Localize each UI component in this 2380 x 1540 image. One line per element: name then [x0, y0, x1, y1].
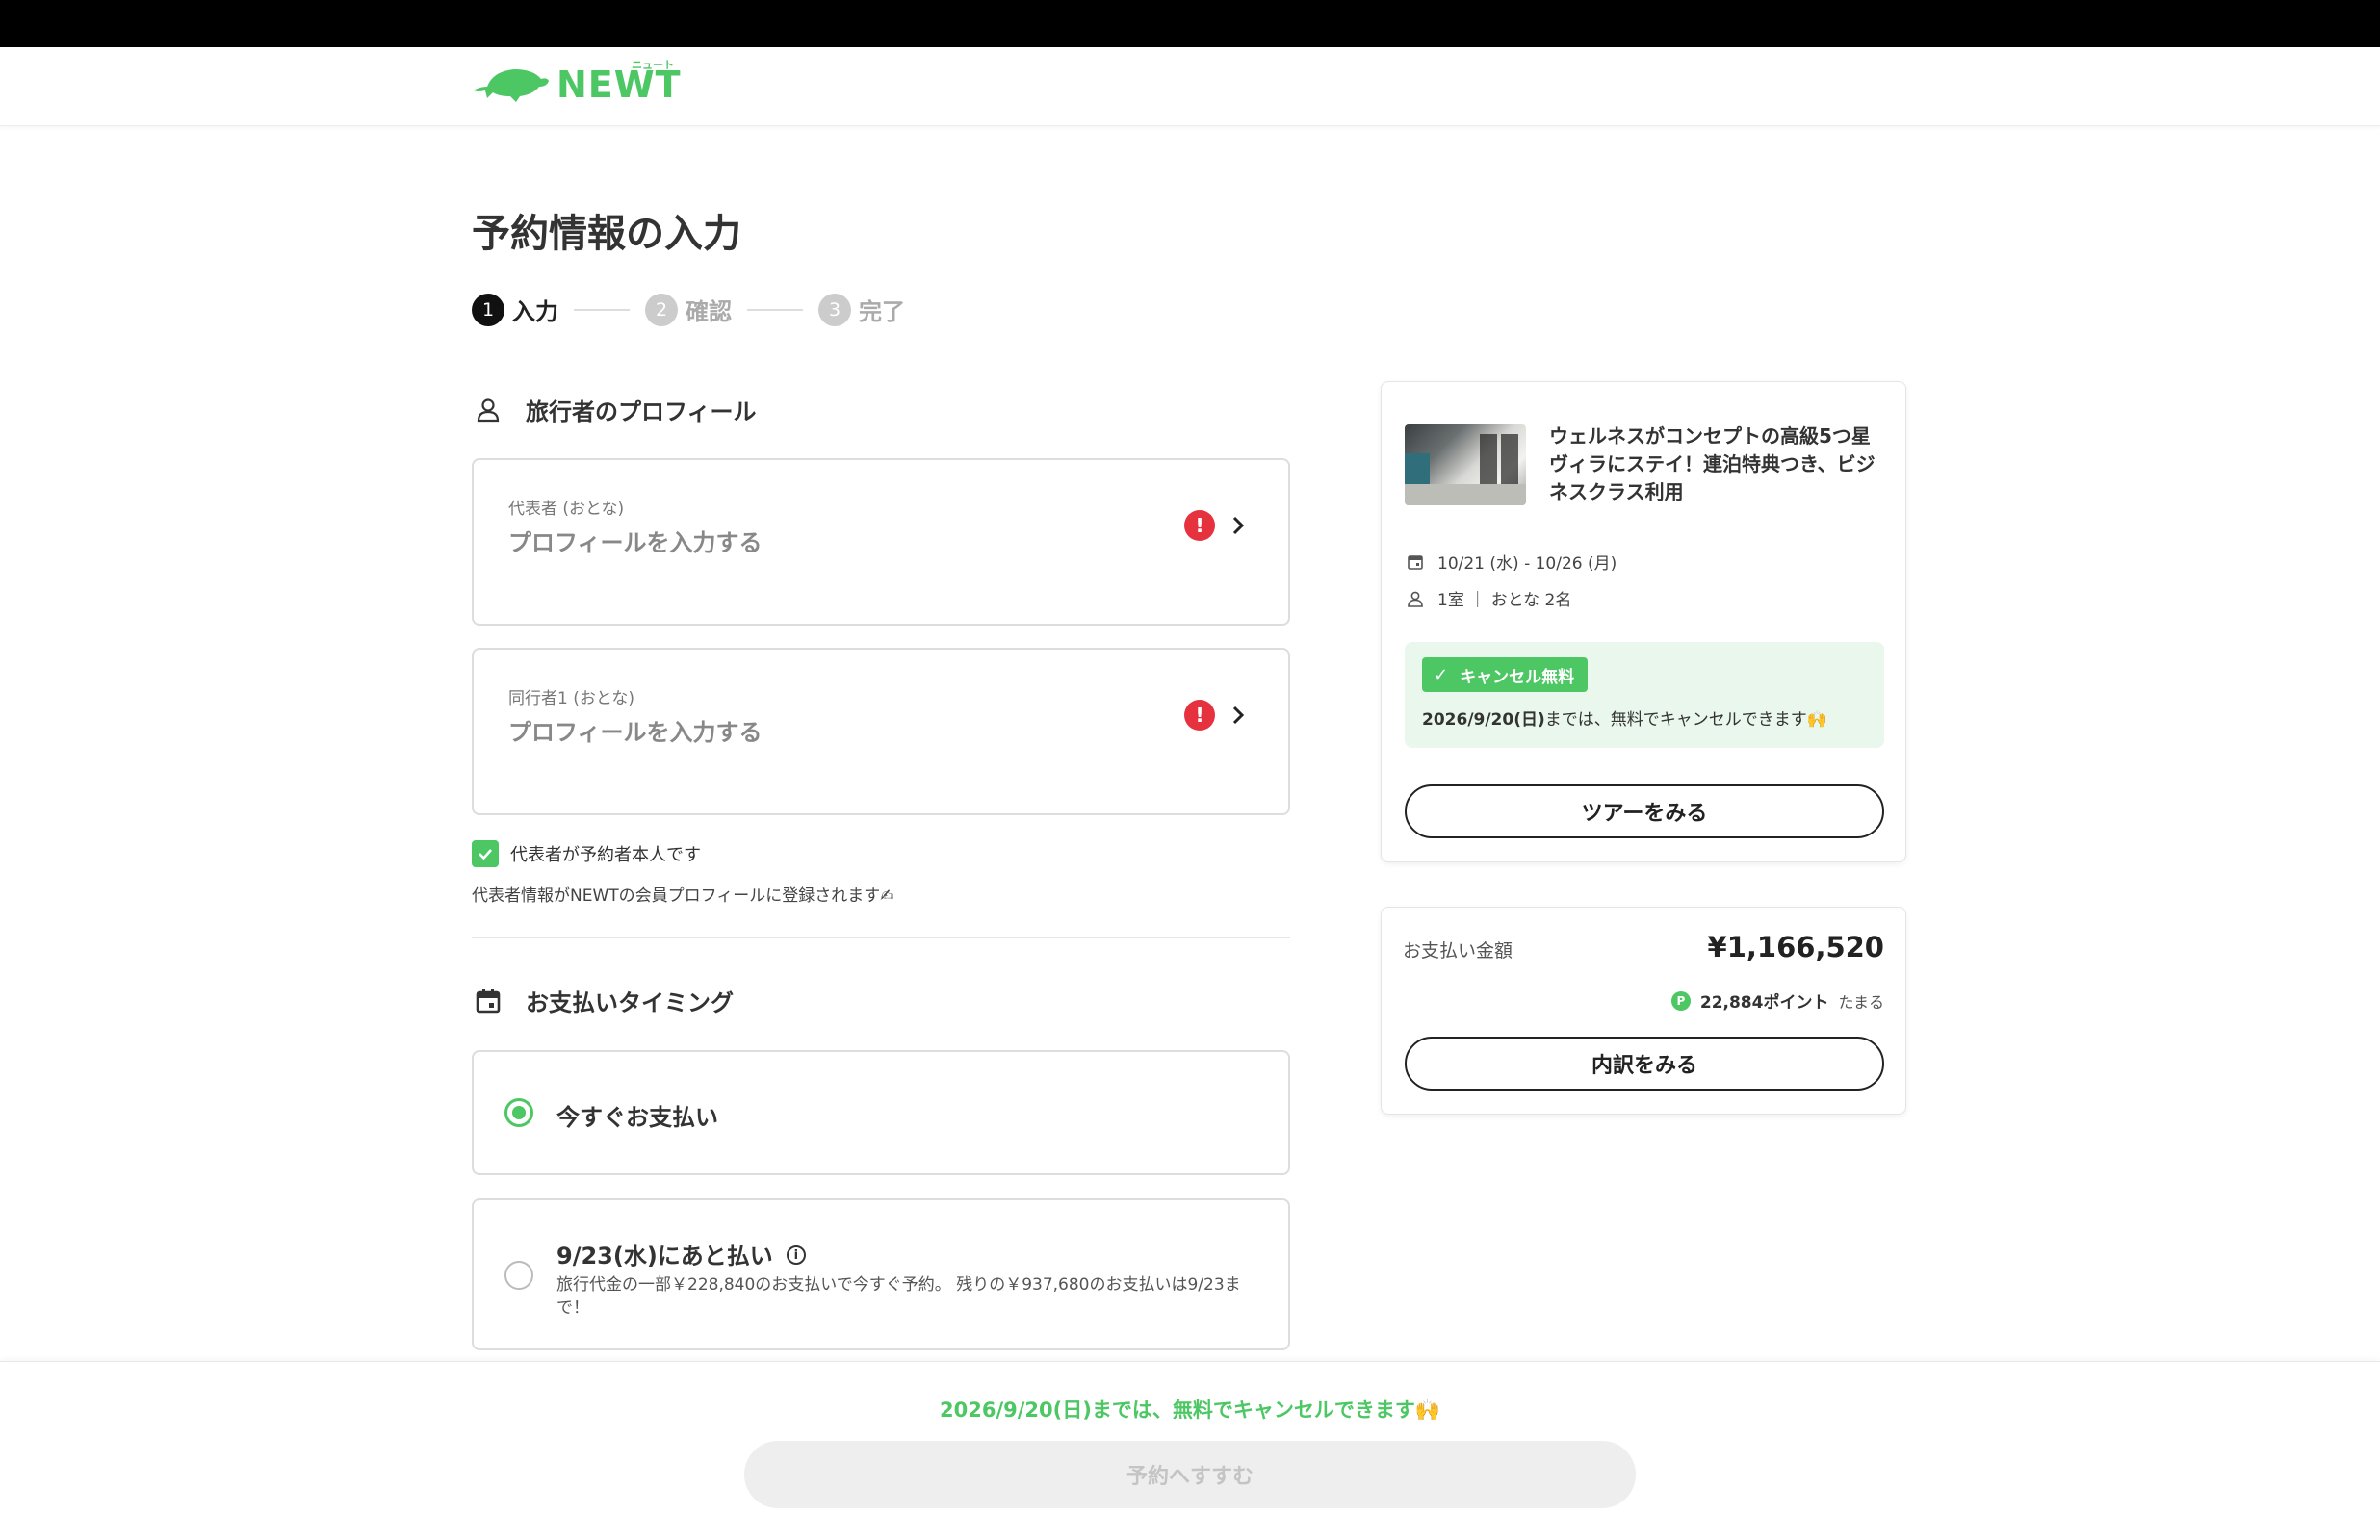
tour-dates-row: 10/21 (水) - 10/26 (月): [1405, 550, 1617, 574]
tour-thumbnail: [1405, 424, 1526, 505]
free-cancel-text: 2026/9/20(日)までは、無料でキャンセルできます🙌: [1422, 706, 1827, 730]
thumbnail-window: [1480, 434, 1497, 486]
section-title: お支払いタイミング: [526, 989, 734, 1016]
bottom-action-bar: 2026/9/20(日)までは、無料でキャンセルできます🙌 予約へすすむ: [0, 1361, 2380, 1540]
step-connector: [747, 308, 803, 311]
view-breakdown-button[interactable]: 内訳をみる: [1405, 1037, 1884, 1091]
logo-ruby: ニュート: [632, 59, 674, 71]
tour-guests: 1室 ｜ おとな 2名: [1437, 591, 1572, 610]
chevron-right-icon: [1232, 516, 1245, 535]
thumbnail-window: [1501, 434, 1518, 486]
pay-option-description: 旅行代金の一部￥228,840のお支払いで今すぐ予約。 残りの￥937,680の…: [556, 1275, 1241, 1318]
section-title: 旅行者のプロフィール: [526, 398, 757, 425]
step-number: 2: [645, 293, 678, 326]
proceed-to-booking-button[interactable]: 予約へすすむ: [744, 1441, 1636, 1508]
pay-option-title-row: 9/23(水)にあと払い i: [556, 1237, 806, 1270]
warning-icon: !: [1184, 510, 1215, 541]
badge-label: キャンセル無料: [1460, 667, 1575, 687]
step-label: 完了: [859, 298, 905, 325]
person-icon: [474, 396, 503, 424]
cancel-text-suffix: までは、無料でキャンセルできます🙌: [1544, 710, 1827, 730]
self-booking-checkbox-row[interactable]: 代表者が予約者本人です: [472, 840, 701, 867]
price-summary-card: お支払い金額 ¥1,166,520 P 22,884ポイント たまる 内訳をみる: [1381, 907, 1906, 1115]
thumbnail-pool: [1405, 453, 1430, 486]
points-value: 22,884ポイント: [1699, 993, 1829, 1013]
price-label: お支払い金額: [1403, 940, 1513, 962]
site-header: NEWT ニュート: [0, 47, 2380, 126]
pay-option-title: 今すぐお支払い: [556, 1104, 718, 1131]
tour-title[interactable]: ウェルネスがコンセプトの高級5つ星ヴィラにステイ！連泊特典つき、ビジネスクラス利…: [1549, 423, 1886, 506]
calendar-icon: [1405, 552, 1426, 573]
step-number: 3: [818, 293, 851, 326]
turtle-logo-icon: [474, 69, 549, 102]
check-icon: ✓: [1434, 664, 1449, 685]
step-complete: 3 完了: [818, 293, 905, 326]
warning-icon: !: [1184, 700, 1215, 731]
step-label: 確認: [686, 298, 732, 325]
traveler-role: 代表者 (おとな): [508, 500, 625, 519]
pay-later-option[interactable]: 9/23(水)にあと払い i 旅行代金の一部￥228,840のお支払いで今すぐ予約…: [472, 1198, 1290, 1350]
step-number: 1: [472, 293, 504, 326]
free-cancel-box: ✓ キャンセル無料 2026/9/20(日)までは、無料でキャンセルできます🙌: [1405, 642, 1884, 748]
companion-traveler-card[interactable]: 同行者1 (おとな) プロフィールを入力する !: [472, 648, 1290, 815]
profile-section-header: 旅行者のプロフィール: [474, 393, 757, 426]
checkbox-label: 代表者が予約者本人です: [510, 845, 701, 865]
points-icon: P: [1670, 990, 1691, 1011]
pay-option-title: 9/23(水)にあと払い: [556, 1243, 773, 1270]
section-divider: [472, 937, 1290, 938]
thumbnail-floor: [1405, 484, 1526, 505]
profile-prompt: プロフィールを入力する: [508, 529, 763, 556]
step-label: 入力: [512, 298, 558, 325]
newt-logo[interactable]: NEWT ニュート: [470, 59, 682, 106]
page-title: 予約情報の入力: [472, 212, 741, 256]
calendar-icon: [474, 987, 503, 1015]
person-icon: [1405, 588, 1426, 609]
free-cancel-badge: ✓ キャンセル無料: [1422, 657, 1589, 692]
step-confirm: 2 確認: [645, 293, 732, 326]
tour-summary-card: ウェルネスがコンセプトの高級5つ星ヴィラにステイ！連泊特典つき、ビジネスクラス利…: [1381, 381, 1906, 862]
points-suffix: たまる: [1838, 992, 1884, 1012]
pay-now-option[interactable]: 今すぐお支払い: [472, 1050, 1290, 1175]
cancel-date: 2026/9/20(日): [1422, 710, 1545, 730]
free-cancel-note: 2026/9/20(日)までは、無料でキャンセルできます🙌: [940, 1399, 1440, 1422]
check-icon: [479, 849, 492, 860]
info-icon[interactable]: i: [786, 1245, 806, 1265]
pay-later-radio[interactable]: [504, 1261, 533, 1290]
self-booking-checkbox[interactable]: [472, 840, 499, 867]
traveler-role: 同行者1 (おとな): [508, 689, 634, 708]
profile-prompt: プロフィールを入力する: [508, 719, 763, 746]
top-bar: [0, 0, 2380, 47]
payment-section-header: お支払いタイミング: [474, 984, 734, 1017]
tour-dates: 10/21 (水) - 10/26 (月): [1437, 554, 1617, 574]
view-tour-button[interactable]: ツアーをみる: [1405, 784, 1884, 838]
lead-traveler-card[interactable]: 代表者 (おとな) プロフィールを入力する !: [472, 458, 1290, 626]
profile-note: 代表者情報がNEWTの会員プロフィールに登録されます✍: [472, 886, 894, 906]
tour-guests-row: 1室 ｜ おとな 2名: [1405, 586, 1571, 610]
price-value: ¥1,166,520: [1707, 931, 1884, 963]
points-row: P 22,884ポイント たまる: [1670, 988, 1884, 1013]
step-connector: [574, 308, 630, 311]
chevron-right-icon: [1232, 706, 1245, 725]
pay-now-radio[interactable]: [504, 1098, 533, 1127]
progress-steps: 1 入力 2 確認 3 完了: [472, 293, 905, 326]
step-input: 1 入力: [472, 293, 558, 326]
